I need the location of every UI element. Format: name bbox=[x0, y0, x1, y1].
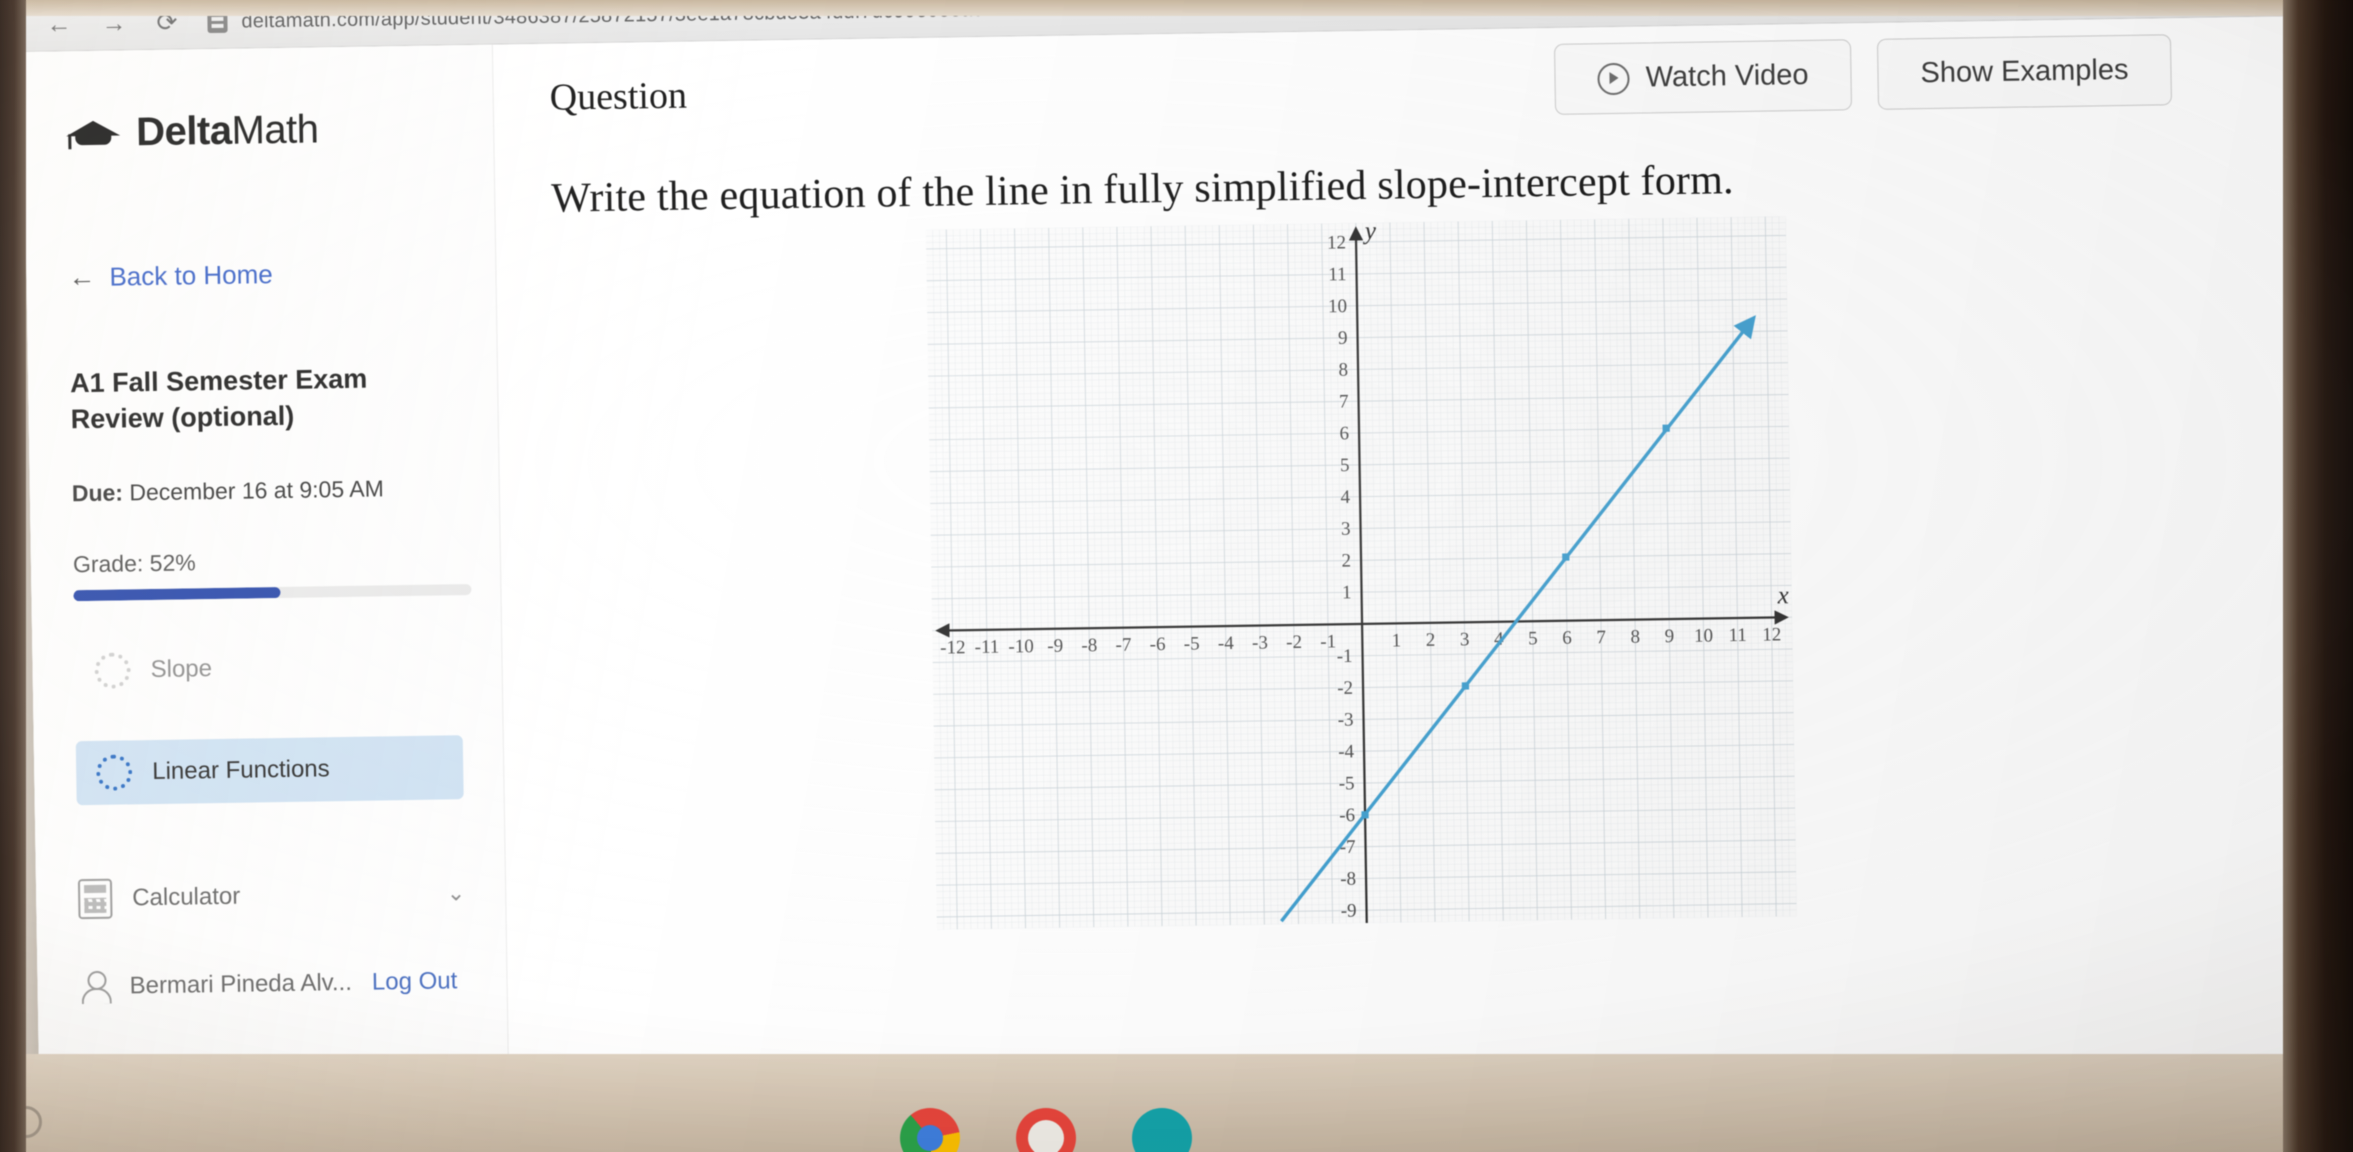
svg-text:9: 9 bbox=[1665, 626, 1675, 647]
svg-text:x: x bbox=[1776, 582, 1789, 609]
sidebar-item-linear-functions-label: Linear Functions bbox=[152, 755, 330, 785]
grade-progress-fill bbox=[73, 586, 281, 602]
app-page: DeltaMath ← Back to Home A1 Fall Semeste… bbox=[22, 16, 2308, 1114]
svg-text:11: 11 bbox=[1328, 264, 1347, 285]
svg-text:-9: -9 bbox=[1341, 900, 1357, 921]
teal-app-icon[interactable] bbox=[1132, 1108, 1192, 1152]
watch-video-label: Watch Video bbox=[1645, 58, 1809, 94]
svg-text:12: 12 bbox=[1327, 232, 1346, 253]
svg-text:-7: -7 bbox=[1340, 837, 1356, 858]
svg-text:11: 11 bbox=[1728, 625, 1747, 646]
svg-text:-8: -8 bbox=[1081, 635, 1097, 656]
progress-ring-icon bbox=[94, 652, 131, 689]
svg-text:8: 8 bbox=[1338, 360, 1348, 381]
coordinate-graph: -12 -11 -10 -9 -8 -7 -6 -5 -4 -3 -2 -1 1 2 3 4 5 6 7 8 9 10 11… bbox=[925, 216, 1797, 930]
account-name: Bermari Pineda Alv... bbox=[129, 968, 353, 1000]
chrome-icon[interactable] bbox=[900, 1108, 960, 1152]
svg-text:-1: -1 bbox=[1320, 631, 1336, 652]
svg-text:5: 5 bbox=[1528, 628, 1538, 649]
monitor-right-bezel bbox=[2283, 0, 2353, 1152]
monitor-top-bezel bbox=[0, 0, 2353, 16]
sidebar: DeltaMath ← Back to Home A1 Fall Semeste… bbox=[22, 44, 510, 1114]
graph-svg[interactable]: -12 -11 -10 -9 -8 -7 -6 -5 -4 -3 -2 -1 1 2 3 4 5 6 7 8 9 10 11… bbox=[925, 216, 1797, 930]
assignment-title: A1 Fall Semester Exam Review (optional) bbox=[69, 363, 368, 435]
sidebar-item-linear-functions[interactable]: Linear Functions bbox=[75, 735, 464, 806]
grade-progress-bar bbox=[73, 583, 472, 602]
back-to-home-link[interactable]: ← Back to Home bbox=[68, 256, 455, 293]
svg-text:-5: -5 bbox=[1184, 633, 1200, 654]
show-examples-button[interactable]: Show Examples bbox=[1876, 34, 2173, 110]
deltamath-logo[interactable]: DeltaMath bbox=[65, 105, 454, 156]
graduation-cap-icon bbox=[65, 116, 121, 151]
page-title: Question bbox=[549, 74, 688, 119]
chevron-down-icon[interactable]: ⌄ bbox=[447, 880, 466, 906]
svg-text:-3: -3 bbox=[1338, 710, 1354, 731]
svg-text:5: 5 bbox=[1340, 455, 1350, 476]
svg-text:-3: -3 bbox=[1252, 632, 1268, 653]
logout-link[interactable]: Log Out bbox=[372, 967, 458, 996]
svg-text:-7: -7 bbox=[1115, 635, 1131, 656]
account-row[interactable]: Bermari Pineda Alv... Log Out bbox=[79, 963, 467, 1005]
logo-delta: Delta bbox=[135, 108, 232, 155]
svg-text:10: 10 bbox=[1694, 625, 1713, 646]
svg-text:1: 1 bbox=[1342, 582, 1352, 603]
calculator-label: Calculator bbox=[131, 882, 241, 912]
svg-text:-12: -12 bbox=[940, 637, 966, 658]
svg-text:-6: -6 bbox=[1339, 805, 1355, 826]
show-examples-label: Show Examples bbox=[1920, 53, 2129, 90]
calculator-row[interactable]: Calculator ⌄ bbox=[77, 873, 466, 920]
svg-text:-11: -11 bbox=[975, 637, 1000, 658]
recorder-icon[interactable] bbox=[1016, 1108, 1076, 1152]
svg-text:-10: -10 bbox=[1008, 636, 1034, 657]
taskbar bbox=[0, 1054, 2353, 1152]
svg-text:2: 2 bbox=[1426, 630, 1436, 651]
monitor-screen: ← → ⟳ deltamath.com/app/student/3486387/… bbox=[22, 0, 2308, 1114]
svg-text:7: 7 bbox=[1596, 627, 1606, 648]
due-label: Due: bbox=[71, 479, 124, 507]
user-icon bbox=[79, 969, 112, 1005]
svg-text:7: 7 bbox=[1339, 391, 1349, 412]
svg-text:2: 2 bbox=[1341, 550, 1351, 571]
arrow-left-icon: ← bbox=[68, 261, 96, 293]
logo-math: Math bbox=[231, 107, 319, 153]
svg-text:-5: -5 bbox=[1339, 773, 1355, 794]
svg-text:10: 10 bbox=[1328, 296, 1347, 317]
svg-text:4: 4 bbox=[1340, 487, 1350, 508]
svg-text:-4: -4 bbox=[1218, 633, 1235, 654]
svg-text:-8: -8 bbox=[1340, 869, 1356, 890]
monitor-left-bezel bbox=[0, 0, 26, 1152]
svg-text:-2: -2 bbox=[1286, 632, 1302, 653]
svg-text:-1: -1 bbox=[1337, 646, 1353, 667]
svg-text:9: 9 bbox=[1338, 328, 1348, 349]
main-content: Question Watch Video Show Examples Write… bbox=[493, 16, 2307, 1106]
watch-video-button[interactable]: Watch Video bbox=[1554, 39, 1853, 115]
svg-text:1: 1 bbox=[1392, 630, 1402, 651]
svg-text:3: 3 bbox=[1341, 519, 1351, 540]
svg-text:6: 6 bbox=[1339, 423, 1349, 444]
grade-label: Grade: 52% bbox=[72, 549, 196, 578]
play-circle-icon bbox=[1597, 62, 1631, 95]
svg-text:12: 12 bbox=[1762, 624, 1781, 645]
sidebar-item-slope-label: Slope bbox=[150, 654, 213, 683]
due-date: Due: December 16 at 9:05 AM bbox=[72, 474, 459, 507]
progress-ring-icon bbox=[95, 754, 133, 791]
svg-text:-4: -4 bbox=[1338, 741, 1355, 762]
question-prompt: Write the equation of the line in fully … bbox=[550, 157, 1735, 222]
browser-back-icon[interactable]: ← bbox=[46, 10, 71, 38]
due-value: December 16 at 9:05 AM bbox=[122, 475, 384, 506]
back-to-home-label: Back to Home bbox=[109, 259, 273, 292]
svg-text:-6: -6 bbox=[1150, 634, 1166, 655]
calculator-icon bbox=[77, 878, 113, 920]
sidebar-item-slope[interactable]: Slope bbox=[74, 633, 462, 703]
svg-text:8: 8 bbox=[1630, 627, 1640, 648]
taskbar-icons bbox=[900, 1108, 1192, 1152]
svg-text:3: 3 bbox=[1460, 629, 1470, 650]
svg-text:6: 6 bbox=[1562, 628, 1572, 649]
svg-text:-2: -2 bbox=[1337, 678, 1353, 699]
logo-wordmark: DeltaMath bbox=[136, 107, 319, 155]
svg-text:-9: -9 bbox=[1047, 636, 1063, 657]
action-buttons: Watch Video Show Examples bbox=[1554, 32, 2292, 115]
